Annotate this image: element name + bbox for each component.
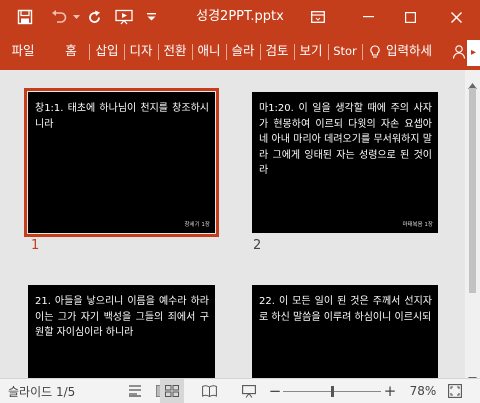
close-icon[interactable]	[436, 0, 476, 34]
ribbon-tabs: 파일 홈 삽입 디자 전환 애니 슬라 검토 보기 Stor 입력하세 ▸	[0, 34, 480, 70]
minimize-icon[interactable]	[350, 0, 386, 34]
ribbon-display-icon[interactable]	[306, 0, 330, 34]
slide-1-ref: 창세기 1장	[184, 222, 211, 228]
zoom-slider-thumb[interactable]	[331, 386, 334, 397]
tab-separator	[89, 44, 90, 60]
slide-thumbnail-1[interactable]: 창1:1. 태초에 하나님이 천지를 창조하시니라 창세기 1장	[24, 88, 219, 237]
notes-icon[interactable]	[124, 379, 146, 403]
scrollbar-thumb[interactable]	[469, 88, 476, 293]
tab-storyline[interactable]: Stor	[329, 34, 361, 70]
slide-thumbnail-4[interactable]: 22. 이 모든 일이 된 것은 주께서 선지자로 하신 말씀을 이루려 하심이…	[252, 285, 438, 378]
tab-design[interactable]: 디자	[125, 34, 157, 70]
zoom-out-button[interactable]: −	[269, 379, 282, 403]
tab-slideshow[interactable]: 슬라	[227, 34, 259, 70]
vertical-scrollbar[interactable]	[465, 70, 480, 383]
tab-transitions[interactable]: 전환	[159, 34, 191, 70]
undo-icon[interactable]	[48, 0, 70, 34]
slide-number-1: 1	[31, 238, 40, 253]
ribbon-scroll-right-button[interactable]: ▸	[467, 40, 480, 66]
maximize-icon[interactable]	[392, 0, 428, 34]
slideshow-from-start-icon[interactable]	[112, 0, 136, 34]
customize-qat-icon[interactable]	[144, 0, 158, 34]
status-bar: 슬라이드 1/5 − + 78%	[0, 378, 480, 403]
slide-number-2: 2	[253, 238, 262, 253]
tab-review[interactable]: 검토	[261, 34, 293, 70]
tab-separator	[362, 44, 363, 60]
slide-4-text: 22. 이 모든 일이 된 것은 주께서 선지자로 하신 말씀을 이루려 하심이…	[259, 296, 432, 323]
slide-thumbnail-3[interactable]: 21. 아들을 낳으리니 이름을 예수라 하라 이는 그가 자기 백성을 그들의…	[28, 285, 215, 378]
tab-file[interactable]: 파일	[6, 34, 40, 70]
reading-view-icon[interactable]	[198, 379, 220, 403]
slide-indicator: 슬라이드 1/5	[8, 384, 76, 399]
slide-2-ref: 마태복음 1장	[402, 222, 433, 228]
lightbulb-icon	[368, 34, 382, 70]
account-icon[interactable]	[452, 34, 466, 70]
save-icon[interactable]	[14, 0, 36, 34]
slide-3-text: 21. 아들을 낳으리니 이름을 예수라 하라 이는 그가 자기 백성을 그들의…	[35, 296, 209, 339]
fit-to-window-icon[interactable]	[444, 379, 466, 403]
undo-dropdown-icon[interactable]	[70, 0, 82, 34]
tab-insert[interactable]: 삽입	[91, 34, 123, 70]
slideshow-view-icon[interactable]	[238, 379, 260, 403]
slide-2-text: 마1:20. 이 일을 생각할 때에 주의 사자가 현몽하여 이르되 다윗의 자…	[259, 103, 432, 177]
zoom-level[interactable]: 78%	[408, 379, 438, 403]
tab-animations[interactable]: 애니	[193, 34, 225, 70]
slide-thumbnail-2[interactable]: 마1:20. 이 일을 생각할 때에 주의 사자가 현몽하여 이르되 다윗의 자…	[252, 92, 438, 233]
redo-icon[interactable]	[84, 0, 104, 34]
slide-1-text: 창1:1. 태초에 하나님이 천지를 창조하시니라	[35, 103, 209, 130]
slide-sorter-view-icon[interactable]	[160, 379, 184, 403]
slide-sorter: 창1:1. 태초에 하나님이 천지를 창조하시니라 창세기 1장 1 마1:20…	[0, 70, 465, 378]
tab-view[interactable]: 보기	[295, 34, 327, 70]
zoom-in-button[interactable]: +	[384, 379, 397, 403]
title-bar: 성경2PPT.pptx	[0, 0, 480, 34]
tell-me-box[interactable]: 입력하세	[386, 34, 442, 70]
tab-home[interactable]: 홈	[58, 34, 84, 70]
